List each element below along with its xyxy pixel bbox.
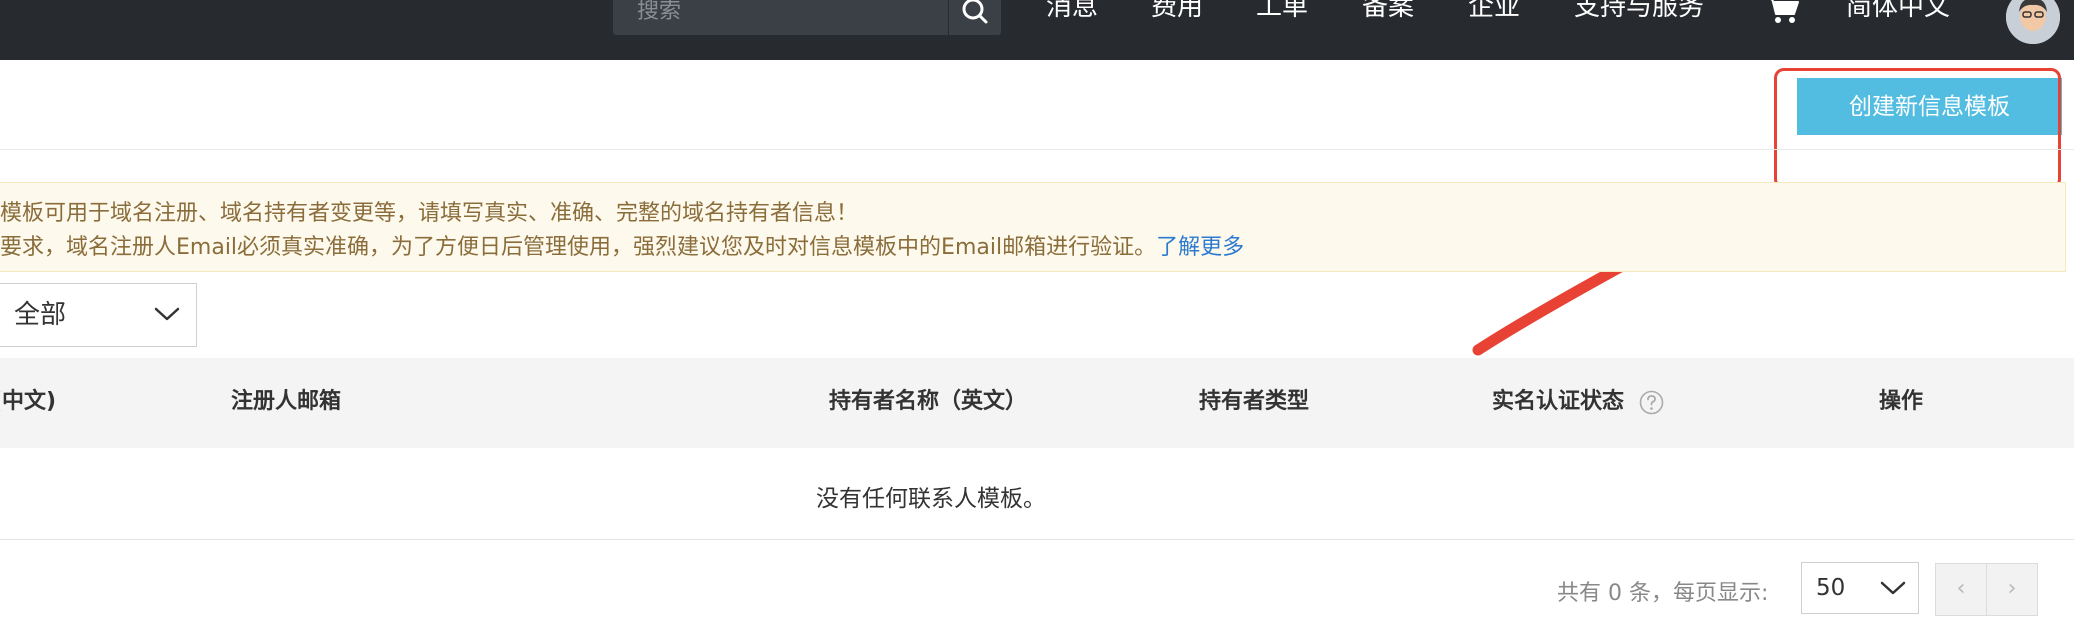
col-holder-name-en: 持有者名称（英文） [829,389,1028,414]
notice-line-2-text: 要求，域名注册人Email必须真实准确，为了方便日后管理使用，强烈建议您及时对信… [0,235,1157,260]
nav-icp-filing-label: 备案 [1362,0,1415,22]
col-holder-type: 持有者类型 [1199,389,1310,414]
col-registrant-email: 注册人邮箱 [231,389,342,414]
nav-enterprise[interactable]: 企业 [1468,0,1520,26]
col-verification-status: 实名认证状态 [1492,389,1625,414]
page-size-value: 50 [1816,575,1846,601]
chevron-down-icon [1880,581,1906,595]
empty-state-text: 没有任何联系人模板。 [816,486,1046,512]
nav-tickets[interactable]: 工单 [1256,0,1308,26]
help-icon[interactable] [1639,390,1664,415]
chevron-down-icon [154,307,180,321]
cart-icon [1770,0,1799,23]
nav-billing[interactable]: 费用 [1151,0,1203,26]
nav-icp-filing[interactable]: 备案 [1362,0,1414,26]
notice-line-1: 模板可用于域名注册、域名持有者变更等，请填写真实、准确、完整的域名持有者信息！ [0,201,859,226]
table-header: (中文) 注册人邮箱 持有者名称（英文） 持有者类型 实名认证状态 操作 [0,358,2074,448]
header-divider [0,149,2074,150]
search-icon [962,0,988,24]
notice-banner: 模板可用于域名注册、域名持有者变更等，请填写真实、准确、完整的域名持有者信息！ … [0,182,2066,272]
nav-support-label: 支持与服务 [1574,0,1705,22]
col-holder-name-cn: (中文) [0,389,57,414]
language-switch[interactable]: 简体中文 [1846,0,1950,26]
nav-messages[interactable]: 消息 [1046,0,1098,26]
cart-button[interactable] [1765,0,1801,30]
prev-page-button[interactable]: ‹ [1935,563,1987,616]
learn-more-link[interactable]: 了解更多 [1156,235,1244,260]
nav-support[interactable]: 支持与服务 [1574,0,1704,26]
next-page-button[interactable]: › [1986,563,2038,616]
table-body: 没有任何联系人模板。 [0,448,2074,540]
status-filter-select[interactable]: 全部 [0,283,197,347]
top-navigation-bar: 消息 费用 工单 备案 企业 支持与服务 简体中文 [0,0,2074,60]
page-size-select[interactable]: 50 [1801,562,1919,614]
search-button[interactable] [948,0,1001,35]
pagination-summary: 共有 0 条，每页显示: [1557,581,1769,606]
filter-value: 全部 [14,300,67,330]
nav-messages-label: 消息 [1046,0,1099,22]
notice-line-2: 要求，域名注册人Email必须真实准确，为了方便日后管理使用，强烈建议您及时对信… [0,229,1244,261]
user-avatar-icon [2006,0,2060,44]
nav-enterprise-label: 企业 [1468,0,1521,22]
language-switch-label: 简体中文 [1846,0,1951,22]
highlight-box [1774,68,2061,189]
avatar[interactable] [2006,0,2060,44]
nav-tickets-label: 工单 [1256,0,1309,22]
nav-billing-label: 费用 [1151,0,1204,22]
search-box [613,0,948,35]
search-input[interactable] [637,0,927,22]
col-actions: 操作 [1879,389,1924,414]
